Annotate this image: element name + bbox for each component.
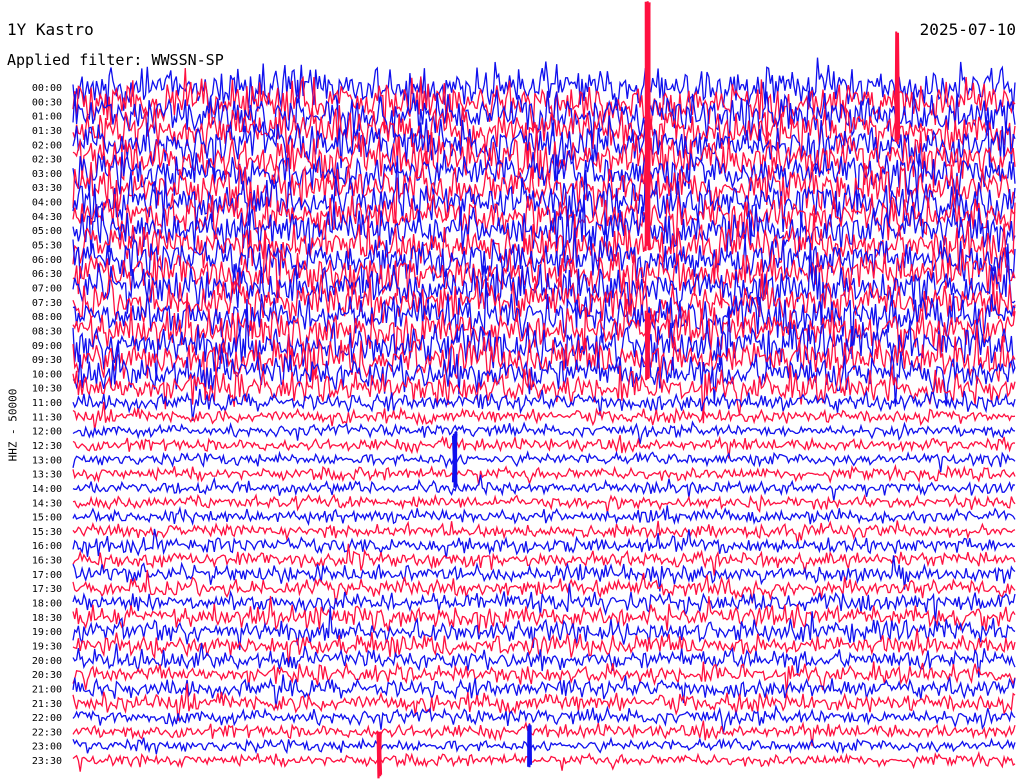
row-time-label: 13:00 <box>32 455 62 466</box>
trace-row-2300 <box>72 736 1016 756</box>
trace-row-1230 <box>72 435 1016 459</box>
row-time-label: 20:30 <box>32 670 62 681</box>
trace-row-0000 <box>72 57 1016 111</box>
trace-row-1500 <box>72 505 1016 527</box>
row-time-label: 03:30 <box>32 183 62 194</box>
row-time-label: 16:00 <box>32 541 62 552</box>
trace-row-2330 <box>72 750 1016 772</box>
row-time-label: 21:30 <box>32 699 62 710</box>
event-spike <box>644 1 651 173</box>
trace-row-1900 <box>72 607 1016 651</box>
row-time-label: 10:30 <box>32 384 62 395</box>
row-time-label: 03:00 <box>32 169 62 180</box>
row-time-label: 19:00 <box>32 627 62 638</box>
row-time-label: 16:30 <box>32 556 62 567</box>
row-time-label: 14:00 <box>32 484 62 495</box>
row-time-label: 08:30 <box>32 326 62 337</box>
row-time-label: 11:30 <box>32 412 62 423</box>
trace-row-0900 <box>72 299 1016 381</box>
trace-row-1830 <box>72 595 1016 634</box>
row-time-label: 20:00 <box>32 656 62 667</box>
row-time-label: 07:00 <box>32 283 62 294</box>
row-time-label: 02:30 <box>32 155 62 166</box>
event-spike <box>451 431 458 488</box>
row-time-label: 14:30 <box>32 498 62 509</box>
row-time-label: 23:00 <box>32 742 62 753</box>
row-time-label: 18:30 <box>32 613 62 624</box>
row-time-label: 09:00 <box>32 341 62 352</box>
row-time-label: 12:30 <box>32 441 62 452</box>
row-time-label: 09:30 <box>32 355 62 366</box>
row-time-label: 18:00 <box>32 599 62 610</box>
row-time-label: 00:00 <box>32 83 62 94</box>
row-time-label: 17:30 <box>32 584 62 595</box>
row-time-label: 02:00 <box>32 140 62 151</box>
trace-row-2100 <box>72 674 1016 709</box>
row-time-label: 21:00 <box>32 684 62 695</box>
event-spike <box>527 724 533 768</box>
row-time-label: 07:30 <box>32 298 62 309</box>
event-spike <box>644 152 651 251</box>
row-time-label: 04:30 <box>32 212 62 223</box>
event-spike <box>644 310 651 381</box>
row-time-label: 01:00 <box>32 112 62 123</box>
row-time-label: 01:30 <box>32 126 62 137</box>
row-time-label: 17:00 <box>32 570 62 581</box>
event-spike <box>376 731 383 779</box>
row-time-label: 04:00 <box>32 198 62 209</box>
row-time-label: 22:30 <box>32 727 62 738</box>
row-time-label: 15:30 <box>32 527 62 538</box>
row-time-label: 05:30 <box>32 241 62 252</box>
trace-row-1400 <box>72 474 1016 501</box>
row-time-label: 23:30 <box>32 756 62 767</box>
row-time-label: 10:00 <box>32 369 62 380</box>
row-time-label: 06:30 <box>32 269 62 280</box>
row-time-label: 00:30 <box>32 97 62 108</box>
row-time-label: 08:00 <box>32 312 62 323</box>
row-time-label: 19:30 <box>32 641 62 652</box>
row-time-label: 06:00 <box>32 255 62 266</box>
row-time-label: 11:00 <box>32 398 62 409</box>
trace-row-1330 <box>72 463 1016 486</box>
row-time-label: 05:00 <box>32 226 62 237</box>
row-time-label: 22:00 <box>32 713 62 724</box>
helicorder-plot: 00:00 00:30 01:00 01:30 02:00 02:30 03:00 03:30… <box>32 1 1016 779</box>
row-time-label: 12:00 <box>32 427 62 438</box>
row-time-label: 13:30 <box>32 470 62 481</box>
trace-row-1200 <box>72 420 1016 445</box>
event-spike <box>894 31 901 145</box>
row-time-label: 15:00 <box>32 513 62 524</box>
